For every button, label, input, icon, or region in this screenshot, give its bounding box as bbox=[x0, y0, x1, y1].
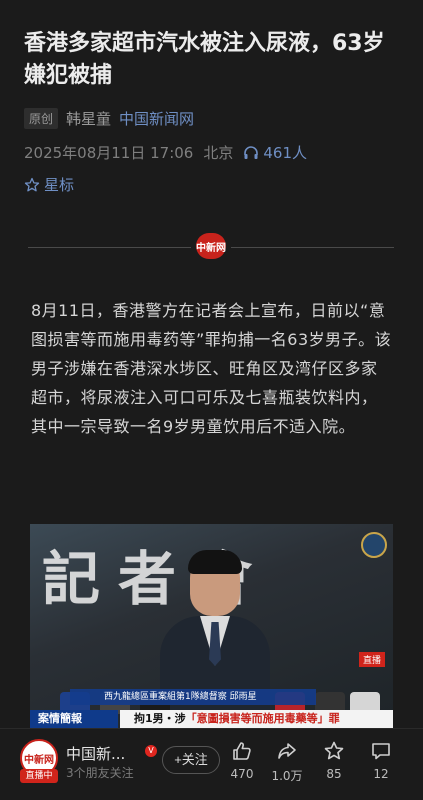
like-button[interactable]: 470 bbox=[222, 739, 262, 781]
video-live-tag: 直播 bbox=[358, 652, 385, 667]
video-player[interactable]: 記者會 直播 西九龍總區重案組第1隊總督察 邱雨星 案情簡報 拘1男・涉「意圖損… bbox=[30, 524, 393, 728]
author-row: 原创 韩星童 中国新闻网 bbox=[24, 108, 194, 129]
article-body: 8月11日，香港警方在记者会上宣布，日前以“意图损害等而施用毒药等”罪拘捕一名6… bbox=[31, 301, 392, 436]
account-name[interactable]: 中国新... bbox=[66, 743, 125, 764]
publish-location: 北京 bbox=[203, 144, 234, 162]
follow-button[interactable]: +关注 bbox=[162, 746, 220, 774]
caption-headline: 拘1男・涉「意圖損害等而施用毒藥等」罪 bbox=[120, 710, 393, 728]
listener-count: 461人 bbox=[263, 144, 307, 162]
author-name[interactable]: 韩星童 bbox=[66, 108, 111, 129]
caption-section-label: 案情簡報 bbox=[30, 710, 118, 728]
caption-headline-prefix: 拘1男・涉 bbox=[134, 712, 186, 725]
comment-icon bbox=[372, 743, 390, 760]
divider-logo: 中新网 bbox=[191, 231, 231, 261]
share-icon bbox=[278, 743, 296, 759]
article-title: 香港多家超市汽水被注入尿液，63岁嫌犯被捕 bbox=[24, 31, 385, 88]
favorite-icon bbox=[324, 741, 344, 760]
favorite-button[interactable]: 85 bbox=[314, 739, 354, 781]
listen-button[interactable]: 461人 bbox=[243, 142, 307, 163]
share-button[interactable]: 1.0万 bbox=[267, 739, 307, 784]
star-label: 星标 bbox=[44, 176, 75, 194]
like-count: 470 bbox=[230, 767, 254, 781]
source-link[interactable]: 中国新闻网 bbox=[119, 108, 194, 129]
caption-speaker-title: 西九龍總區重案組第1隊總督察 邱雨星 bbox=[70, 689, 316, 705]
favorite-count: 85 bbox=[326, 767, 342, 781]
headphones-icon bbox=[244, 145, 259, 159]
chinanews-logo: 中新网 bbox=[196, 233, 226, 259]
verified-icon: V bbox=[145, 745, 157, 757]
share-count: 1.0万 bbox=[271, 769, 303, 783]
thumb-up-icon bbox=[233, 742, 251, 760]
caption-headline-highlight: 「意圖損害等而施用毒藥等」罪 bbox=[185, 712, 340, 725]
original-badge: 原创 bbox=[24, 108, 59, 129]
live-badge: 直播中 bbox=[20, 769, 58, 783]
star-button[interactable]: 星标 bbox=[24, 174, 74, 195]
police-emblem-icon bbox=[361, 532, 387, 558]
publish-datetime: 2025年08月11日 17:06 bbox=[24, 144, 194, 162]
star-icon bbox=[24, 177, 40, 191]
bottom-action-bar: 中新网 直播中 中国新... V 3个朋友关注 +关注 470 1.0万 85 bbox=[0, 728, 423, 800]
publish-info-row: 2025年08月11日 17:06 北京 461人 bbox=[24, 142, 307, 163]
friends-following: 3个朋友关注 bbox=[66, 766, 134, 780]
comment-count: 12 bbox=[373, 767, 389, 781]
comment-button[interactable]: 12 bbox=[361, 739, 401, 781]
